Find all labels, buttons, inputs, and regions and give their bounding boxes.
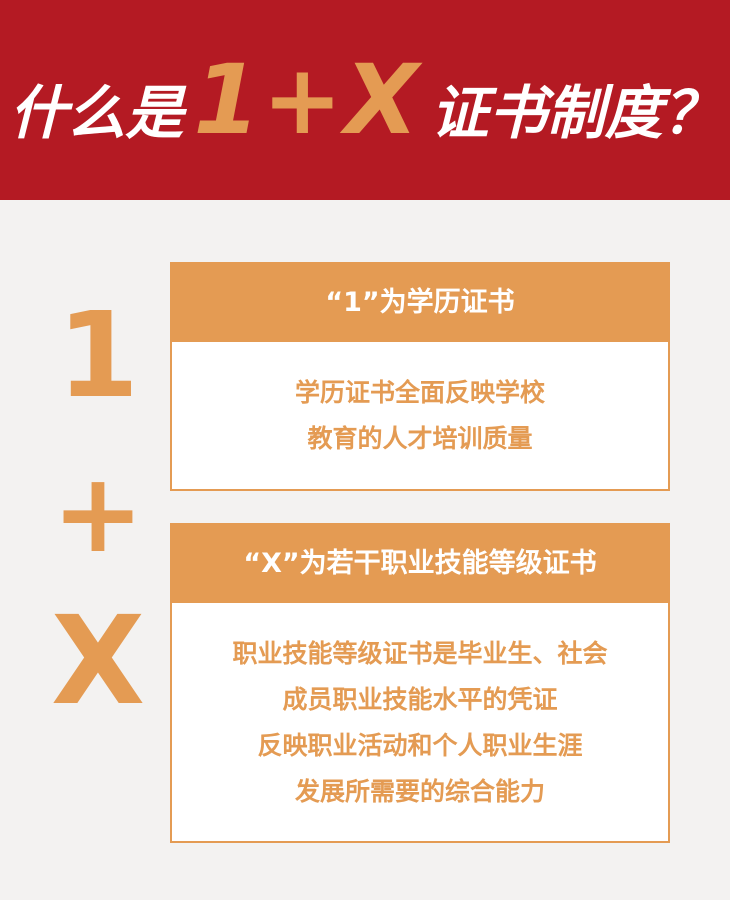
card-x-line: 发展所需要的综合能力 (294, 777, 545, 806)
label-plus: + (51, 449, 145, 577)
card-x: “X”为若干职业技能等级证书 职业技能等级证书是毕业生、社会 成员职业技能水平的… (170, 523, 670, 843)
title-prefix: 什么是 (9, 79, 184, 147)
card-x-heading: “X”为若干职业技能等级证书 (172, 525, 668, 603)
card-x-line: 成员职业技能水平的凭证 (282, 685, 558, 714)
card-one-line: 教育的人才培训质量 (307, 424, 533, 453)
title-accent: 1+X (193, 44, 421, 156)
header-banner: 什么是 1+X 证书制度？ (0, 0, 730, 200)
label-x: X (50, 590, 146, 732)
card-x-line: 反映职业活动和个人职业生涯 (257, 731, 583, 760)
card-one-body: 学历证书全面反映学校 教育的人才培训质量 (172, 342, 668, 462)
page-title: 什么是 1+X 证书制度？ (9, 44, 720, 156)
title-suffix: 证书制度？ (430, 79, 721, 147)
card-x-line: 职业技能等级证书是毕业生、社会 (232, 639, 608, 668)
card-one-line: 学历证书全面反映学校 (294, 378, 545, 407)
card-one-heading: “1”为学历证书 (172, 264, 668, 342)
card-one: “1”为学历证书 学历证书全面反映学校 教育的人才培训质量 (170, 262, 670, 491)
card-x-body: 职业技能等级证书是毕业生、社会 成员职业技能水平的凭证 反映职业活动和个人职业生… (172, 603, 668, 815)
label-one: 1 (56, 286, 140, 424)
